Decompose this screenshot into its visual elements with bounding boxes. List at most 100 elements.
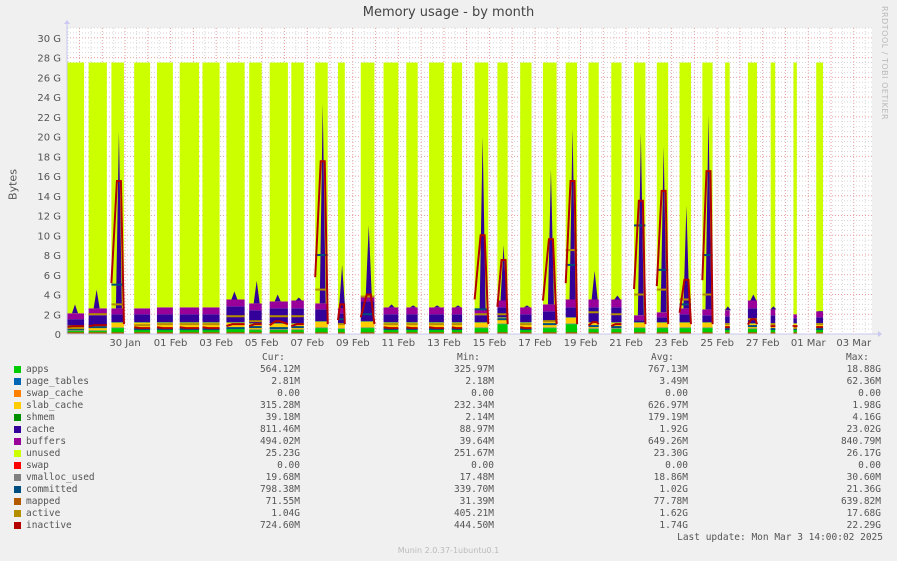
legend-swatch: [14, 426, 21, 433]
area-buffers: [634, 315, 646, 321]
area-buffers: [816, 311, 824, 318]
legend-label: apps: [26, 364, 49, 375]
legend-max: 639.82M: [840, 496, 881, 507]
legend-row-active: active 1.04G 405.21M 1.62G 17.68G: [0, 508, 897, 520]
legend-cur: 798.38M: [259, 484, 300, 495]
area-buffers: [383, 307, 399, 315]
legend-min: 2.18M: [465, 376, 494, 387]
legend-swatch: [14, 390, 21, 397]
legend-cur: 0.00: [277, 388, 300, 399]
legend-swatch: [14, 498, 21, 505]
legend-cur: 724.60M: [259, 520, 300, 531]
area-buffers: [291, 300, 304, 309]
line-inactive: [406, 326, 418, 330]
legend-label: inactive: [26, 520, 72, 531]
legend-avg: 0.00: [665, 460, 688, 471]
x-tick-label: 23 Feb: [655, 338, 689, 349]
area-buffers: [656, 312, 669, 318]
legend-row-apps: apps 564.12M 325.97M 767.13M 18.88G: [0, 364, 897, 376]
legend-swatch: [14, 510, 21, 517]
y-tick-label: 28 G: [37, 54, 61, 65]
legend-swatch: [14, 414, 21, 421]
legend-label: unused: [26, 448, 61, 459]
area-unused: [269, 62, 288, 302]
area-unused: [770, 62, 776, 310]
header-min: Min:: [457, 352, 480, 363]
legend-min: 325.97M: [453, 364, 494, 375]
area-unused: [291, 62, 304, 301]
legend-min: 251.67M: [453, 448, 494, 459]
legend-max: 18.88G: [846, 364, 881, 375]
line-inactive: [202, 326, 220, 330]
area-buffers: [249, 303, 262, 311]
legend-avg: 1.74G: [659, 520, 688, 531]
legend-max: 26.17G: [846, 448, 881, 459]
area-unused: [588, 62, 599, 300]
legend-min: 39.64M: [459, 436, 494, 447]
y-tick-label: 14 G: [37, 192, 61, 203]
y-tick-label: 30 G: [37, 34, 61, 45]
legend-min: 405.21M: [453, 508, 494, 519]
x-tick-label: 19 Feb: [564, 338, 598, 349]
area-buffers: [725, 310, 730, 317]
legend-cur: 1.04G: [271, 508, 300, 519]
x-tick-label: 03 Feb: [199, 338, 233, 349]
legend-label: active: [26, 508, 61, 519]
area-unused: [249, 62, 262, 304]
x-tick-labels: 30 Jan 01 Feb 03 Feb 05 Feb 07 Feb 09 Feb 11 F…: [109, 338, 872, 349]
legend-row-swap: swap 0.00 0.00 0.00 0.00: [0, 460, 897, 472]
area-unused: [520, 62, 532, 308]
header-avg: Avg:: [651, 352, 674, 363]
legend-avg: 18.86M: [653, 472, 688, 483]
area-buffers: [226, 299, 245, 307]
legend-cur: 2.81M: [271, 376, 300, 387]
area-cache: [542, 311, 557, 322]
x-tick-label: 13 Feb: [427, 338, 461, 349]
area-slab-cache: [702, 322, 713, 328]
legend-max: 17.68G: [846, 508, 881, 519]
area-buffers: [134, 308, 151, 315]
area-unused: [611, 62, 622, 300]
area-slab-cache: [679, 322, 691, 328]
legend-label: buffers: [26, 436, 67, 447]
y-tick-label: 18 G: [37, 152, 61, 163]
area-unused: [226, 62, 245, 300]
legend-row-slab-cache: slab_cache 315.28M 232.34M 626.97M 1.98G: [0, 400, 897, 412]
legend-row-mapped: mapped 71.55M 31.39M 77.78M 639.82M: [0, 496, 897, 508]
area-cache: [702, 315, 713, 323]
last-update: Last update: Mon Mar 3 14:00:02 2025: [677, 532, 883, 543]
line-inactive: [134, 326, 151, 330]
x-tick-label: 21 Feb: [609, 338, 643, 349]
y-tick-label: 6 G: [44, 271, 61, 282]
area-cache: [383, 314, 399, 323]
line-inactive: [770, 325, 776, 328]
legend-avg: 0.00: [665, 388, 688, 399]
legend-max: 0.00: [858, 460, 881, 471]
area-slab-cache: [656, 322, 669, 328]
area-cache: [67, 319, 85, 326]
area-cache: [588, 307, 599, 323]
y-tick-label: 4 G: [44, 291, 61, 302]
area-unused: [156, 62, 173, 308]
area-buffers: [565, 299, 578, 308]
area-cache: [226, 306, 245, 323]
area-cache: [656, 317, 669, 323]
legend-swatch: [14, 378, 21, 385]
legend-cur: 315.28M: [259, 400, 300, 411]
area-unused: [88, 62, 107, 309]
area-buffers: [611, 299, 622, 308]
legend-cur: 71.55M: [265, 496, 300, 507]
x-tick-label: 27 Feb: [746, 338, 780, 349]
legend-row-page-tables: page_tables 2.81M 2.18M 3.49M 62.36M: [0, 376, 897, 388]
y-tick-label: 22 G: [37, 113, 61, 124]
area-cache: [497, 307, 508, 318]
y-tick-label: 20 G: [37, 133, 61, 144]
area-slab-cache: [565, 317, 578, 324]
legend-max: 1.98G: [852, 400, 881, 411]
area-cache: [406, 314, 418, 323]
x-tick-label: 25 Feb: [700, 338, 734, 349]
area-unused: [406, 62, 418, 308]
area-unused: [725, 62, 730, 311]
y-tick-label: 0: [55, 330, 61, 341]
y-tick-label: 2 G: [44, 310, 61, 321]
